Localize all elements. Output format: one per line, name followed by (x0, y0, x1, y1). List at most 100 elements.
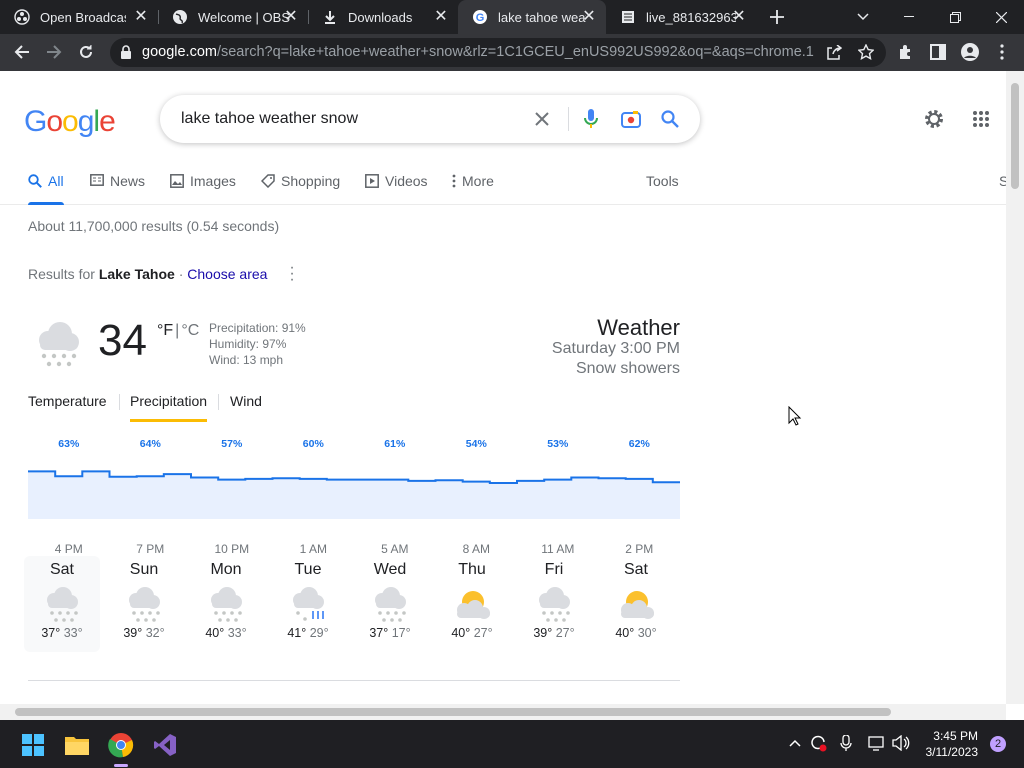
bookmark-star-icon[interactable] (857, 43, 875, 65)
close-icon[interactable]: ✕ (432, 8, 450, 26)
browser-toolbar: google.com/search?q=lake+tahoe+weather+s… (0, 34, 1024, 71)
extensions-icon[interactable] (892, 38, 920, 66)
more-options-icon[interactable]: · · · (288, 260, 296, 288)
day-temps: 40° 30° (598, 626, 674, 640)
active-app-indicator (114, 764, 128, 767)
tab-label: More (462, 173, 494, 189)
lock-icon[interactable] (120, 45, 132, 64)
chevron-up-icon[interactable] (784, 732, 806, 754)
page-content: Google lake tahoe weather snow All News … (0, 71, 1024, 704)
side-panel-icon[interactable] (924, 38, 952, 66)
tab-open-broadcast[interactable]: Open Broadcast ✕ (0, 0, 158, 34)
choose-area-link[interactable]: Choose area (187, 266, 267, 282)
back-button[interactable] (8, 38, 36, 66)
sync-alert-icon[interactable] (807, 732, 829, 754)
time-tick-label: 2 PM (625, 542, 653, 556)
forecast-day-sat[interactable]: Sat 40° 30° (598, 556, 674, 652)
clear-icon[interactable] (530, 107, 554, 131)
camera-lens-icon[interactable] (619, 107, 643, 131)
celsius-unit[interactable]: °C (181, 322, 199, 339)
low-temp: 32° (142, 626, 165, 640)
tools-label: Tools (646, 173, 679, 189)
tab-wind[interactable]: Wind (230, 393, 262, 419)
day-temps: 37° 33° (24, 626, 100, 640)
settings-gear-icon[interactable] (922, 107, 946, 131)
weather-time: Saturday 3:00 PM (551, 340, 680, 357)
file-explorer-icon[interactable] (60, 728, 94, 762)
forward-button[interactable] (40, 38, 68, 66)
url-text[interactable]: google.com/search?q=lake+tahoe+weather+s… (142, 44, 814, 60)
tab-videos[interactable]: Videos (365, 173, 428, 203)
close-icon[interactable]: ✕ (730, 8, 748, 26)
google-logo[interactable]: Google (24, 105, 116, 139)
tab-search-button[interactable] (840, 0, 886, 34)
forecast-day-fri[interactable]: Fri 39° 27° (516, 556, 592, 652)
tab-lake-tahoe-weather[interactable]: G lake tahoe weat ✕ (458, 0, 606, 34)
forecast-day-thu[interactable]: Thu 40° 27° (434, 556, 510, 652)
tab-live-file[interactable]: live_881632963 ✕ (606, 0, 756, 34)
reload-button[interactable] (72, 38, 100, 66)
tab-precipitation[interactable]: Precipitation (130, 393, 208, 422)
tab-all[interactable]: All (28, 173, 64, 205)
unit-toggle: °F | °C (157, 322, 199, 340)
address-bar[interactable]: google.com/search?q=lake+tahoe+weather+s… (110, 38, 886, 67)
day-name: Mon (210, 561, 242, 578)
minimize-button[interactable] (886, 0, 932, 34)
precip-data-label: 53% (547, 438, 569, 450)
low-temp: 27° (470, 626, 493, 640)
system-clock[interactable]: 3:45 PM 3/11/2023 (926, 728, 979, 760)
scroll-thumb[interactable] (15, 708, 891, 716)
scroll-thumb[interactable] (1011, 83, 1019, 189)
notification-badge[interactable]: 2 (990, 736, 1006, 752)
mouse-cursor-icon (788, 405, 802, 431)
search-input[interactable]: lake tahoe weather snow (181, 110, 358, 128)
forecast-day-mon[interactable]: Mon 40° 33° (188, 556, 264, 652)
close-window-button[interactable] (978, 0, 1024, 34)
windows-start-icon[interactable] (16, 728, 50, 762)
forecast-day-sun[interactable]: Sun 39° 32° (106, 556, 182, 652)
new-tab-button[interactable] (754, 0, 800, 34)
close-icon[interactable]: ✕ (132, 8, 150, 26)
volume-icon[interactable] (890, 732, 912, 754)
vertical-scrollbar[interactable] (1006, 71, 1024, 704)
high-temp: 40° (615, 626, 635, 640)
search-icon[interactable] (658, 107, 682, 131)
tab-images[interactable]: Images (170, 173, 236, 203)
visual-studio-icon[interactable] (148, 728, 182, 762)
forecast-day-sat[interactable]: Sat 37° 33° (24, 556, 100, 652)
low-temp: 29° (306, 626, 329, 640)
tab-temperature[interactable]: Temperature (28, 393, 107, 419)
horizontal-scrollbar[interactable] (0, 704, 1006, 720)
day-temps: 40° 27° (434, 626, 510, 640)
profile-icon[interactable] (956, 38, 984, 66)
network-icon[interactable] (866, 732, 888, 754)
precip-data-label: 57% (221, 438, 243, 450)
tab-shopping[interactable]: Shopping (261, 173, 340, 203)
tools-button[interactable]: Tools (646, 173, 679, 203)
tab-label: Images (190, 173, 236, 189)
restore-button[interactable] (932, 0, 978, 34)
time-tick-label: 7 PM (136, 542, 164, 556)
tab-welcome-obs[interactable]: Welcome | OBS ✕ (158, 0, 308, 34)
fahrenheit-unit[interactable]: °F (157, 322, 173, 339)
low-temp: 27° (552, 626, 575, 640)
chrome-icon[interactable] (104, 728, 138, 762)
share-icon[interactable] (826, 44, 843, 65)
wind-text: Wind: 13 mph (209, 353, 284, 367)
windows-taskbar: 3:45 PM 3/11/2023 2 (0, 720, 1024, 768)
forecast-day-tue[interactable]: Tue 41° 29° (270, 556, 346, 652)
tab-news[interactable]: News (90, 173, 145, 203)
tab-downloads[interactable]: Downloads ✕ (308, 0, 458, 34)
microphone-icon[interactable] (835, 732, 857, 754)
image-icon (170, 174, 184, 188)
close-icon[interactable]: ✕ (282, 8, 300, 26)
close-icon[interactable]: ✕ (580, 8, 598, 26)
tab-more[interactable]: More (452, 173, 494, 203)
apps-grid-icon[interactable] (969, 107, 993, 131)
tab-label: Open Broadcast (40, 9, 126, 25)
low-temp: 17° (388, 626, 411, 640)
search-box[interactable]: lake tahoe weather snow (160, 95, 700, 143)
microphone-icon[interactable] (579, 107, 603, 131)
forecast-day-wed[interactable]: Wed 37° 17° (352, 556, 428, 652)
browser-menu-icon[interactable] (988, 38, 1016, 66)
